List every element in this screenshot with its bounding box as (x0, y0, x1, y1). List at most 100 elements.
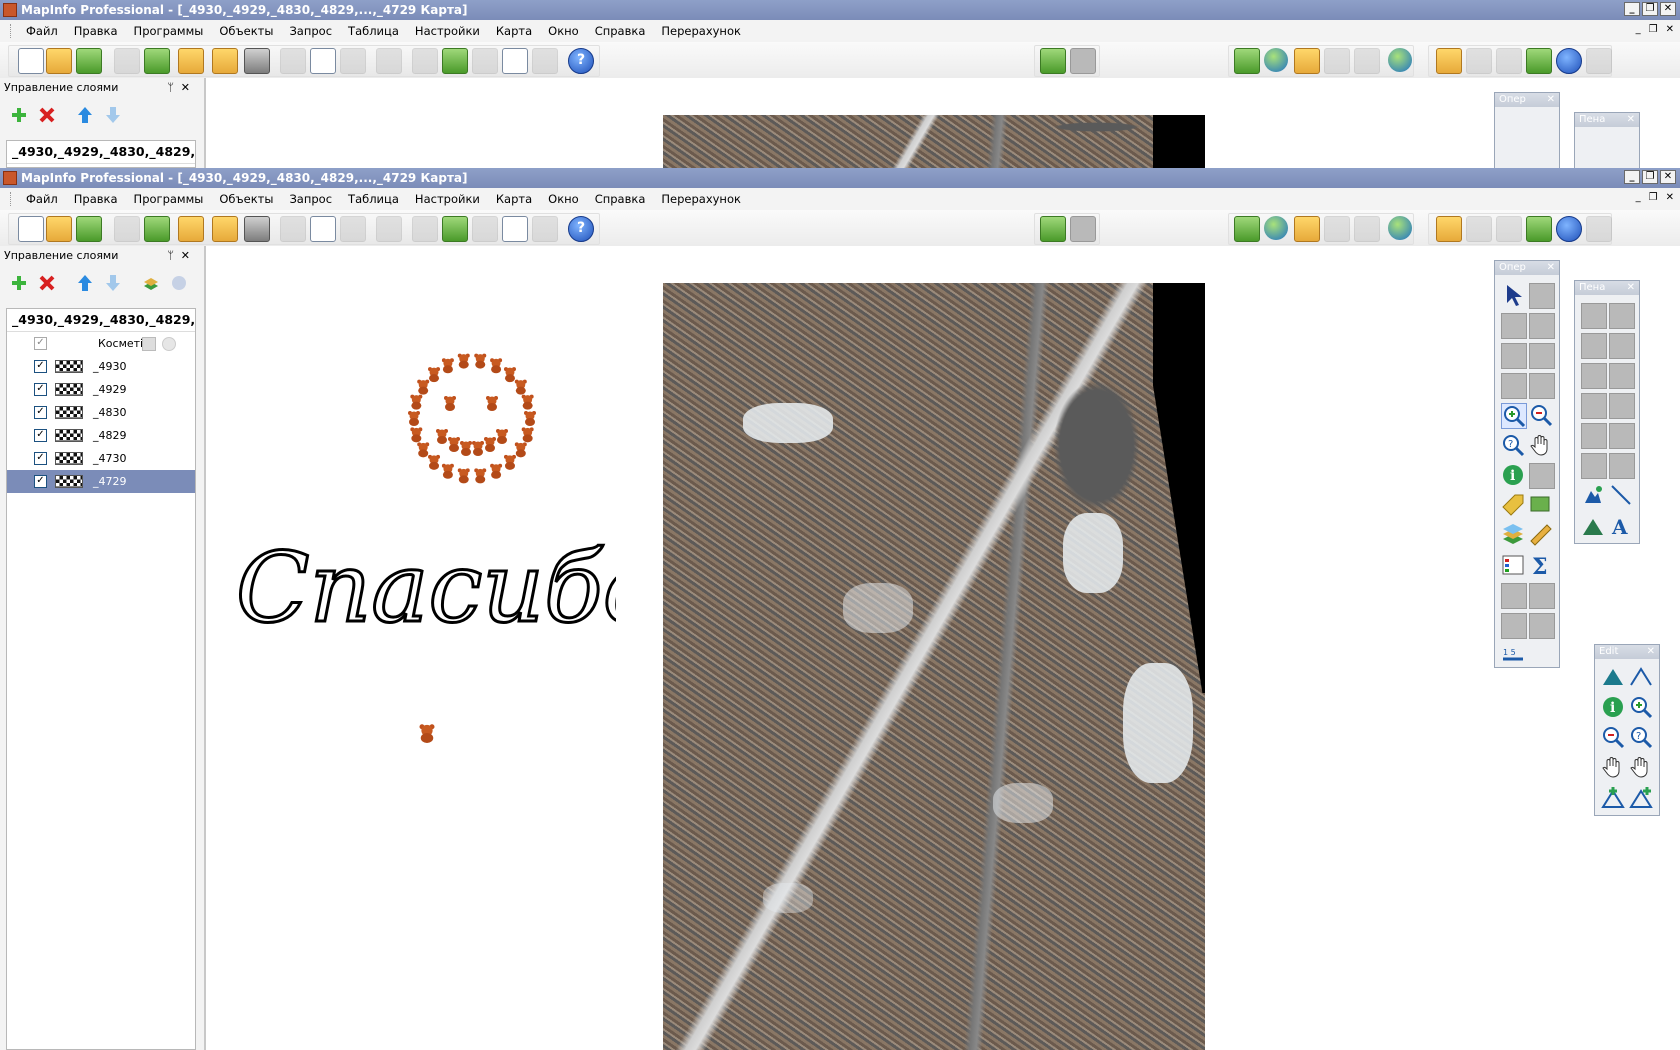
web-globe-icon[interactable] (1264, 216, 1288, 240)
close-button[interactable]: ✕ (1660, 2, 1676, 16)
change-view-icon[interactable]: ? (1501, 433, 1525, 457)
menu-tools[interactable]: Программы (126, 24, 212, 38)
bear-symbol[interactable] (457, 468, 470, 484)
bear-symbol[interactable] (428, 367, 441, 383)
bear-symbol[interactable] (496, 429, 508, 444)
new-browser-icon[interactable] (412, 216, 438, 242)
export-icon[interactable] (1556, 48, 1582, 74)
info-tool-icon[interactable]: i (1501, 463, 1525, 487)
pin-icon[interactable]: ᛘ (167, 78, 174, 98)
save-workspace-icon[interactable] (212, 216, 238, 242)
layer-row-cosmetic[interactable]: ✓ Косметі (7, 332, 195, 355)
bear-symbol[interactable] (457, 353, 470, 369)
new-grapher-icon[interactable] (472, 216, 498, 242)
rounded-rect-tool-icon[interactable] (1609, 393, 1635, 419)
grabber-hand-icon[interactable] (1529, 433, 1553, 457)
text-style-icon[interactable]: A (1609, 513, 1633, 537)
zoom-out-icon[interactable] (1529, 403, 1553, 427)
info-icon[interactable]: i (1601, 695, 1625, 719)
menu-recalc[interactable]: Перерахунок (653, 24, 749, 38)
bear-symbol[interactable] (474, 468, 487, 484)
layer-row[interactable]: ✓ _4929 (7, 378, 195, 401)
polygon-select-icon[interactable] (1529, 313, 1555, 339)
map-view-back[interactable] (204, 78, 1680, 168)
bear-symbol[interactable] (524, 411, 536, 426)
region-style-icon[interactable] (1581, 513, 1605, 537)
mdi-restore-button[interactable]: ❐ (1649, 192, 1658, 203)
print-icon[interactable] (244, 48, 270, 74)
minimize-button[interactable]: _ (1624, 2, 1640, 16)
menu-file[interactable]: Файл (18, 192, 66, 206)
menu-options[interactable]: Настройки (407, 192, 488, 206)
menu-file[interactable]: Файл (18, 24, 66, 38)
bear-symbol[interactable] (408, 411, 420, 426)
layer-visibility-checkbox[interactable]: ✓ (34, 360, 47, 373)
cut-icon[interactable] (280, 216, 306, 242)
layer-row[interactable]: ✓ _4930 (7, 355, 195, 378)
line-tool-icon[interactable] (1609, 303, 1635, 329)
remove-layer-icon[interactable] (38, 274, 56, 292)
undo-icon[interactable] (376, 216, 402, 242)
layer-row[interactable]: ✓ _4730 (7, 447, 195, 470)
rectangle-tool-icon[interactable] (1581, 393, 1607, 419)
layer-visibility-checkbox[interactable]: ✓ (34, 429, 47, 442)
drag-map-window-icon[interactable] (1529, 493, 1553, 517)
layer-row[interactable]: ✓ _4829 (7, 424, 195, 447)
scale-bar-icon[interactable]: 1 5 (1501, 643, 1525, 667)
bear-symbol[interactable] (486, 396, 498, 411)
new-redistrict-icon[interactable] (532, 216, 558, 242)
set-target-icon[interactable] (1529, 583, 1555, 609)
close-button[interactable]: ✕ (1660, 170, 1676, 184)
legend-icon[interactable] (1501, 553, 1525, 577)
line-style-icon[interactable] (1609, 483, 1633, 507)
polyline-icon[interactable] (1629, 665, 1653, 689)
folder-icon[interactable] (178, 48, 204, 74)
move-up-icon[interactable] (76, 274, 94, 292)
web-globe-icon[interactable] (1264, 48, 1288, 72)
save-workspace-icon[interactable] (212, 48, 238, 74)
hotlink-icon[interactable] (1529, 463, 1555, 489)
help-icon[interactable]: ? (568, 216, 594, 242)
bear-symbol[interactable] (503, 454, 516, 470)
bear-symbol[interactable] (514, 442, 527, 458)
paste-icon[interactable] (340, 216, 366, 242)
tool-manager-icon[interactable] (1070, 216, 1096, 242)
save-icon[interactable] (114, 48, 140, 74)
bear-symbol[interactable] (441, 463, 454, 479)
bear-symbol[interactable] (521, 427, 534, 443)
map-refresh-icon[interactable] (1526, 48, 1552, 74)
restore-button[interactable]: ❐ (1642, 170, 1658, 184)
disabled-tool-a-icon[interactable] (1466, 48, 1492, 74)
menu-window[interactable]: Окно (540, 192, 587, 206)
print-icon[interactable] (244, 216, 270, 242)
menu-recalc[interactable]: Перерахунок (653, 192, 749, 206)
map-window-name[interactable]: _4930,_4929,_4830,_4829, (7, 141, 195, 164)
menu-tools[interactable]: Программы (126, 192, 212, 206)
table-list-icon[interactable] (1436, 48, 1462, 74)
bear-symbol[interactable] (417, 379, 430, 395)
statistics-sigma-icon[interactable]: Σ (1529, 553, 1553, 577)
undo-icon[interactable] (376, 48, 402, 74)
disabled-tool-a-icon[interactable] (1466, 216, 1492, 242)
bear-symbol[interactable] (490, 358, 503, 374)
ruler-icon[interactable] (1529, 523, 1553, 547)
add-node-tool-icon[interactable] (1609, 453, 1635, 479)
copy-icon[interactable] (310, 216, 336, 242)
symbol-style-icon[interactable] (1581, 483, 1605, 507)
region-icon[interactable] (1601, 665, 1625, 689)
move-down-icon[interactable] (104, 274, 122, 292)
menu-objects[interactable]: Объекты (211, 24, 281, 38)
change-view-icon[interactable]: ? (1629, 725, 1653, 749)
pin-icon[interactable]: ᛘ (167, 246, 174, 266)
new-mapper-icon[interactable] (442, 48, 468, 74)
open-web-service-icon[interactable] (1294, 48, 1320, 74)
menu-query[interactable]: Запрос (281, 192, 340, 206)
layer-visibility-checkbox[interactable]: ✓ (34, 383, 47, 396)
close-icon[interactable]: ✕ (1627, 281, 1635, 295)
move-up-icon[interactable] (76, 106, 94, 124)
table-list-icon[interactable] (1436, 216, 1462, 242)
zoom-in-icon[interactable] (1501, 403, 1527, 429)
disabled-oper-b-icon[interactable] (1529, 613, 1555, 639)
open-workspace-icon[interactable] (76, 216, 102, 242)
ellipse-tool-icon[interactable] (1609, 363, 1635, 389)
